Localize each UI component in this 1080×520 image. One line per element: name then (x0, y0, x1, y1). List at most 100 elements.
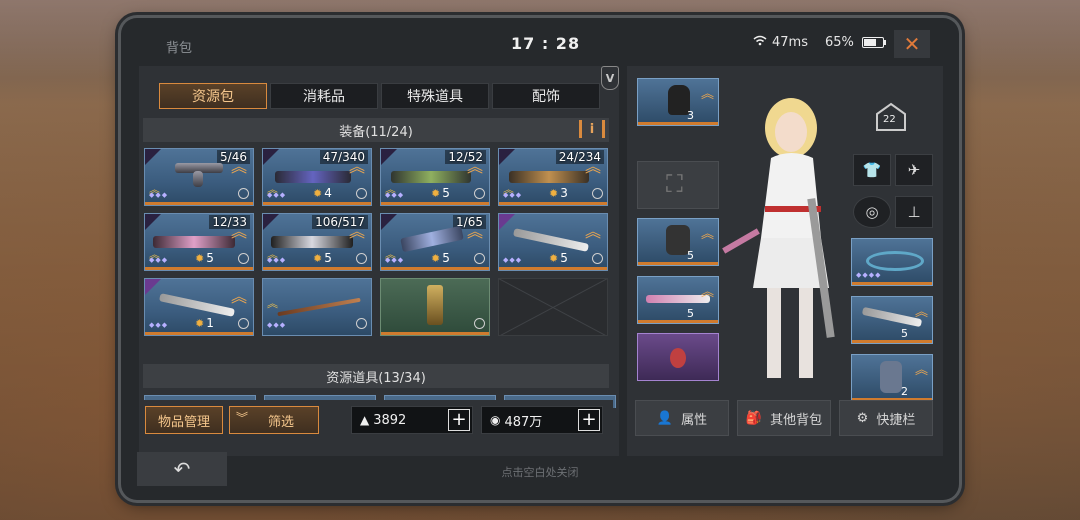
durability-bar (145, 202, 253, 205)
item-level: ✹ 5 (549, 251, 568, 265)
item-slot[interactable]: ︽ ◆◆◆ ✹ 5 (498, 213, 608, 271)
blade-icon (861, 306, 923, 328)
star-dots-icon: ◆◆◆ (385, 191, 405, 199)
rarity-badge-icon (145, 214, 161, 230)
melee-slot[interactable]: ︽ 5 (851, 296, 933, 344)
item-slot[interactable]: ︽ ◆◆◆ ✹ 1 (144, 278, 254, 336)
upgrade-chevron-icon: ︽ (467, 157, 484, 176)
rifle-icon (271, 236, 353, 248)
resource-header: 资源道具(13/34) (143, 364, 609, 388)
other-bag-button[interactable]: 🎒 其他背包 (737, 400, 831, 436)
item-slot[interactable]: 24/234 ︽ ︽ ◆◆◆ ✹ 3 (498, 148, 608, 206)
weapon-slot[interactable]: ︽ 5 (637, 276, 719, 324)
durability-bar (263, 267, 371, 270)
helmet-slot[interactable]: ︽ 3 (637, 78, 719, 126)
upgrade-chevron-icon: ︽ (700, 227, 714, 242)
durability-bar (145, 267, 253, 270)
system-status: 47ms 65% (753, 35, 886, 50)
ring-icon[interactable]: ◎ (853, 196, 891, 228)
pet-slot[interactable] (637, 333, 719, 381)
tab-consumables[interactable]: 消耗品 (270, 83, 378, 109)
wifi-icon (753, 35, 767, 50)
item-slot[interactable]: 106/517 ︽ ︽ ◆◆◆ ✹ 5 (262, 213, 372, 271)
info-icon[interactable]: i (579, 120, 605, 138)
close-hint: 点击空白处关闭 (501, 466, 579, 479)
turret-icon[interactable]: ⊥ (895, 196, 933, 228)
filter-button[interactable]: ︾ 筛选 (229, 406, 319, 434)
durability-bar (499, 267, 607, 270)
item-slot[interactable]: ︽ ◆◆◆ (262, 278, 372, 336)
character-panel: ︽ 3 ⛶ ︽ 5 ︽ 5 22 👕 ✈ ◎ ⊥ ◆◆◆◆ ︽ 5 ︽ 2 👤 … (627, 66, 943, 456)
item-slot[interactable]: 47/340 ︽ ︽ ◆◆◆ ✹ 4 (262, 148, 372, 206)
slot-level: 5 (687, 249, 694, 262)
rifle-icon (275, 171, 351, 183)
filter-label: 筛选 (267, 414, 294, 430)
shortcut-bar-button[interactable]: ⚙ 快捷栏 (839, 400, 933, 436)
item-level: ✹ 3 (549, 186, 568, 200)
attributes-button[interactable]: 👤 属性 (635, 400, 729, 436)
durability-bar (852, 282, 932, 285)
gold-amount: 3892 (373, 412, 407, 428)
upgrade-chevron-icon: ︽ (700, 87, 714, 102)
drone-icon[interactable]: ✈ (895, 154, 933, 186)
empty-slot[interactable] (498, 278, 608, 336)
pet-icon (670, 348, 686, 368)
item-slot[interactable]: 12/52 ︽ ︽ ◆◆◆ ✹ 5 (380, 148, 490, 206)
blade-icon (512, 228, 590, 252)
bag-panel: 资源包 消耗品 特殊道具 配饰 V 装备(11/24) i 5/46 ︽ ︽ ◆… (139, 66, 619, 456)
rarity-badge-icon (145, 279, 161, 295)
outfit-icon[interactable]: 👕 (853, 154, 891, 186)
mech-slot[interactable]: ︽ 2 (851, 354, 933, 402)
tab-resource-pack[interactable]: 资源包 (159, 83, 267, 109)
equipment-header: 装备(11/24) i (143, 118, 609, 142)
item-level: ✹ 1 (195, 316, 214, 330)
rank-number: 22 (883, 114, 896, 125)
upgrade-chevron-icon: ︽ (467, 222, 484, 241)
armor-slot[interactable]: ︽ 5 (637, 218, 719, 266)
backpack-slot[interactable]: ⛶ (637, 161, 719, 209)
star-dots-icon: ◆◆◆ (385, 256, 405, 264)
star-dots-icon: ◆◆◆ (503, 191, 523, 199)
bag-icon: 🎒 (745, 410, 763, 426)
item-management-button[interactable]: 物品管理 (145, 406, 223, 434)
durability-bar (499, 202, 607, 205)
vip-shield-icon[interactable]: V (601, 66, 619, 90)
rarity-badge-icon (499, 149, 515, 165)
star-dots-icon: ◆◆◆◆ (856, 271, 882, 279)
lock-icon (356, 318, 367, 329)
other-bag-label: 其他背包 (770, 412, 823, 428)
rank-badge[interactable]: 22 (873, 102, 909, 132)
staff-icon (277, 297, 361, 317)
item-slot[interactable]: 5/46 ︽ ︽ ◆◆◆ (144, 148, 254, 206)
filter-chevron-icon: ︾ (236, 411, 249, 425)
inventory-window: 背包 17 : 28 47ms 65% ✕ 资源包 消耗品 特殊道具 配饰 V … (121, 18, 959, 500)
rarity-badge-icon (145, 149, 161, 165)
upgrade-chevron-icon: ︽ (349, 157, 366, 176)
star-dots-icon: ◆◆◆ (267, 321, 287, 329)
close-button[interactable]: ✕ (894, 30, 930, 58)
item-slot[interactable] (380, 278, 490, 336)
accessory-slot[interactable]: ◆◆◆◆ (851, 238, 933, 286)
item-slot[interactable]: 12/33 ︽ ︽ ◆◆◆ ✹ 5 (144, 213, 254, 271)
equipment-grid: 5/46 ︽ ︽ ◆◆◆ 47/340 ︽ ︽ ◆◆◆ ✹ 4 12/52 ︽ … (144, 148, 608, 336)
slot-level: 2 (901, 385, 908, 398)
crossbow-icon (400, 225, 464, 253)
durability-bar (381, 267, 489, 270)
lock-icon (474, 318, 485, 329)
star-dots-icon: ◆◆◆ (149, 321, 169, 329)
add-coin-button[interactable]: + (578, 409, 600, 431)
gear-icon: ⚙ (856, 410, 869, 426)
star-dots-icon: ◆◆◆ (503, 256, 523, 264)
star-dots-icon: ◆◆◆ (149, 256, 169, 264)
add-gold-button[interactable]: + (448, 409, 470, 431)
upgrade-chevron-icon: ︽ (914, 305, 928, 320)
tab-accessories[interactable]: 配饰 (492, 83, 600, 109)
item-level: ✹ 5 (431, 251, 450, 265)
tab-special-items[interactable]: 特殊道具 (381, 83, 489, 109)
durability-bar (381, 332, 489, 335)
resource-header-label: 资源道具(13/34) (326, 370, 426, 386)
gold-icon: ▲ (360, 413, 370, 427)
item-slot[interactable]: 1/65 ︽ ︽ ◆◆◆ ✹ 5 (380, 213, 490, 271)
durability-bar (638, 320, 718, 323)
mech-icon (880, 361, 902, 393)
